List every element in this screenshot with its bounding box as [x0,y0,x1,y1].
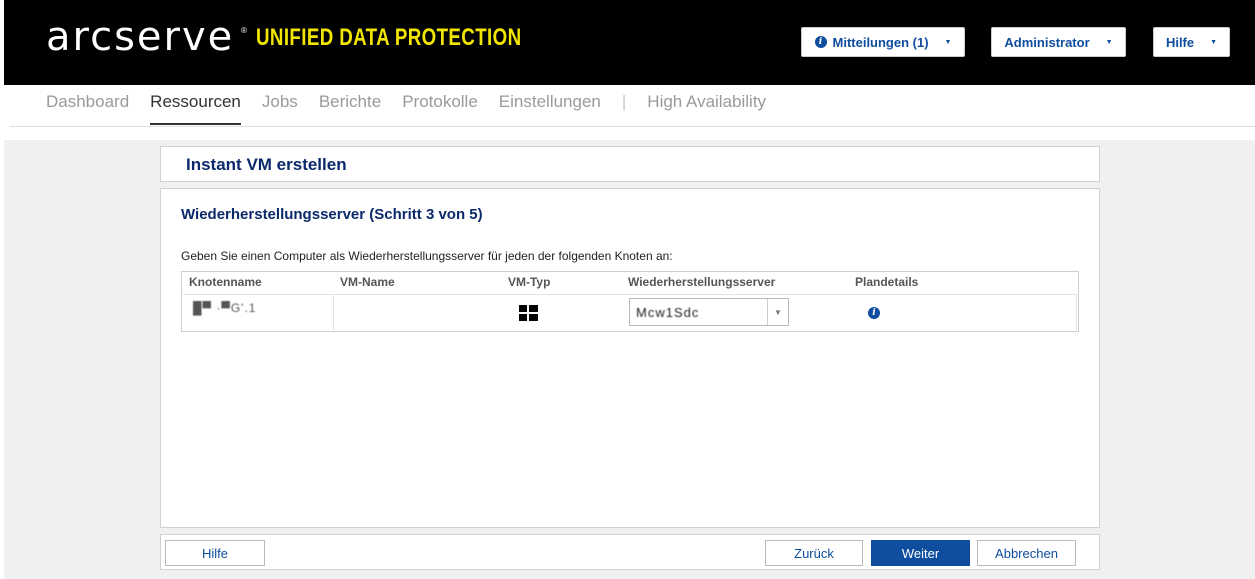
nav-divider [10,126,1255,127]
help-button[interactable]: Hilfe [165,540,265,566]
next-button[interactable]: Weiter [871,540,970,566]
recovery-server-value: Mcw1Sdc [636,305,700,320]
wizard-title-panel: Instant VM erstellen [160,146,1100,182]
info-icon: i [814,36,827,48]
nav-dashboard[interactable]: Dashboard [46,92,129,126]
help-menu-button[interactable]: Hilfe ▼ [1153,27,1230,57]
recovery-server-select[interactable]: Mcw1Sdc ▼ [629,298,789,326]
chevron-down-icon[interactable]: ▼ [767,299,788,325]
wizard-workspace: Instant VM erstellen Wiederherstellungss… [4,140,1255,579]
wizard-footer-panel: Hilfe Zurück Weiter Abbrechen [160,534,1100,570]
cell-divider [1076,295,1077,330]
nav-jobs[interactable]: Jobs [262,92,298,126]
column-header-vm-type: VM-Typ [508,275,551,289]
main-nav: Dashboard Ressourcen Jobs Berichte Proto… [46,92,766,126]
column-header-plan-details: Plandetails [855,275,919,289]
cell-divider [333,295,334,330]
table-row[interactable]: █▀ ·▀G'.1 Mcw1Sdc ▼ i [183,294,1077,330]
nav-protokolle[interactable]: Protokolle [402,92,478,126]
nav-einstellungen[interactable]: Einstellungen [499,92,601,126]
notifications-label: Mitteilungen (1) [832,34,929,50]
registered-mark: ® [241,26,247,35]
product-name: UNIFIED DATA PROTECTION [256,24,522,51]
nav-separator: | [621,92,627,111]
top-header: arcserve ® UNIFIED DATA PROTECTION i Mit… [4,0,1255,85]
recovery-server-table: Knotenname VM-Name VM-Typ Wiederherstell… [181,271,1079,332]
cancel-button[interactable]: Abbrechen [977,540,1076,566]
wizard-content-panel: Wiederherstellungsserver (Schritt 3 von … [160,188,1100,528]
chevron-down-icon: ▼ [944,38,952,46]
help-label: Hilfe [1165,34,1195,50]
nav-berichte[interactable]: Berichte [319,92,381,126]
windows-icon [519,305,539,321]
plan-details-info-icon[interactable]: i [868,307,880,319]
column-header-recovery-server: Wiederherstellungsserver [628,275,776,289]
notifications-button[interactable]: i Mitteilungen (1) ▼ [801,27,965,57]
nav-ressourcen[interactable]: Ressourcen [150,92,241,125]
chevron-down-icon: ▼ [1105,38,1113,46]
administrator-label: Administrator [1004,34,1090,50]
step-description: Geben Sie einen Computer als Wiederherst… [181,249,673,263]
wizard-title: Instant VM erstellen [186,155,347,174]
column-header-node-name: Knotenname [189,275,262,289]
column-header-vm-name: VM-Name [340,275,395,289]
node-name-cell: █▀ ·▀G'.1 [193,301,257,315]
nav-high-availability[interactable]: High Availability [647,92,766,126]
arcserve-logo: arcserve [46,14,235,60]
step-title: Wiederherstellungsserver (Schritt 3 von … [181,206,483,223]
back-button[interactable]: Zurück [765,540,863,566]
administrator-menu-button[interactable]: Administrator ▼ [991,27,1126,57]
chevron-down-icon: ▼ [1210,38,1218,46]
